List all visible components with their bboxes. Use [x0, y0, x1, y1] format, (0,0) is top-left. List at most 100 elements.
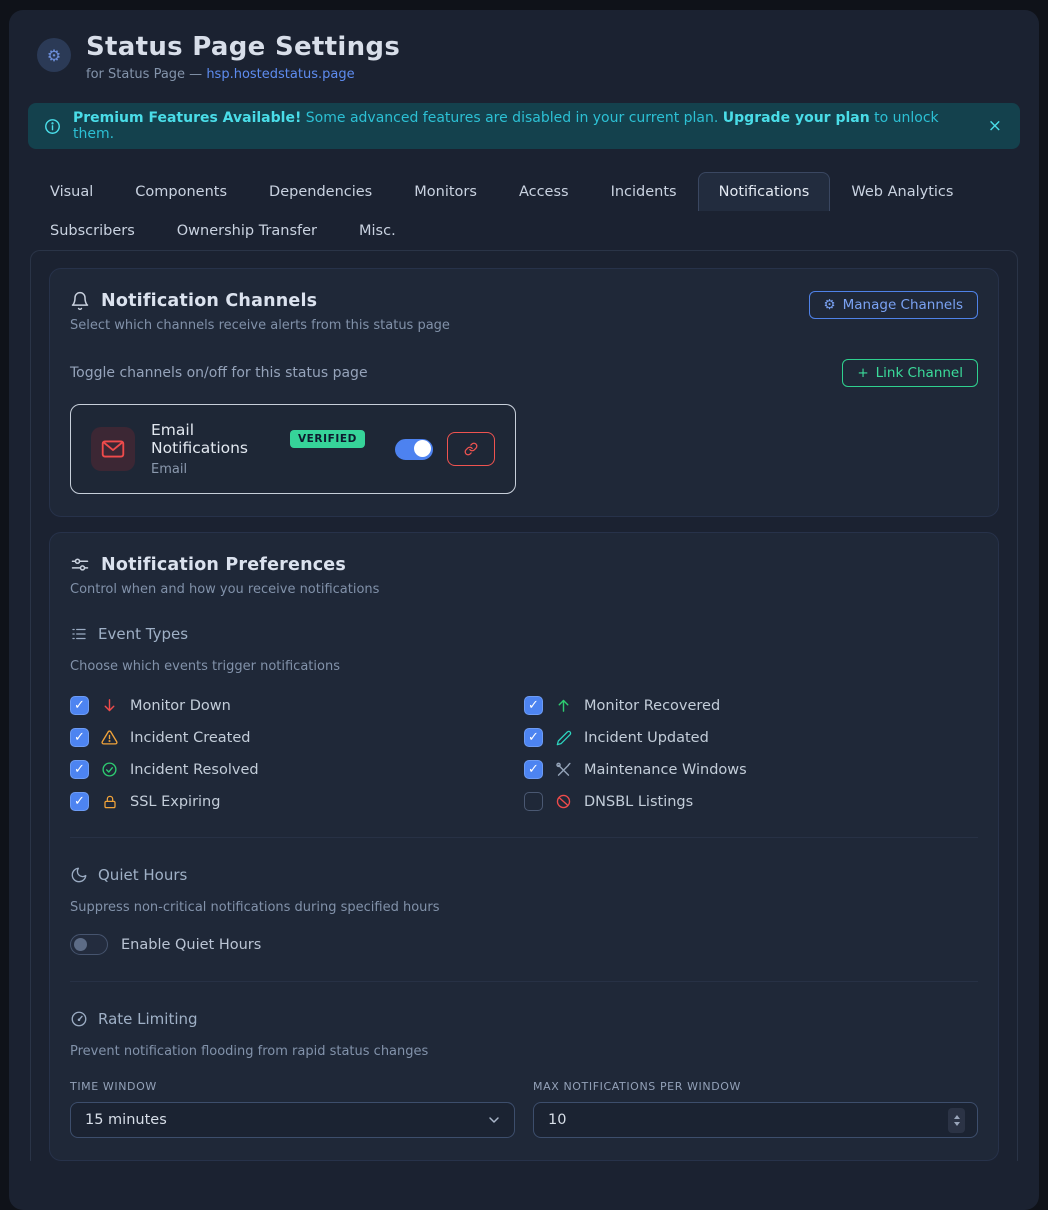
- ssl-expiring-icon: [101, 794, 118, 810]
- event-label-dnsbl-listings: DNSBL Listings: [584, 794, 693, 810]
- tab-incidents[interactable]: Incidents: [590, 172, 698, 211]
- event-label-incident-updated: Incident Updated: [584, 730, 709, 746]
- event-label-maintenance-windows: Maintenance Windows: [584, 762, 747, 778]
- link-icon: [464, 442, 478, 456]
- sliders-icon: [70, 555, 90, 575]
- channels-card-head: Notification Channels Select which chann…: [70, 291, 978, 333]
- tab-web-analytics[interactable]: Web Analytics: [830, 172, 974, 211]
- divider: [70, 981, 978, 982]
- event-column-1: Monitor Down Incident Created Incident Res…: [70, 696, 524, 811]
- quiet-hours-toggle-row: Enable Quiet Hours: [70, 934, 978, 955]
- event-row-monitor-down: Monitor Down: [70, 696, 524, 715]
- tab-misc[interactable]: Misc.: [338, 211, 417, 250]
- checkbox-incident-updated[interactable]: [524, 728, 543, 747]
- event-label-monitor-recovered: Monitor Recovered: [584, 698, 720, 714]
- event-row-maintenance-windows: Maintenance Windows: [524, 760, 978, 779]
- gear-icon: ⚙: [37, 38, 71, 72]
- quiet-hours-toggle-label: Enable Quiet Hours: [121, 937, 261, 953]
- event-types-grid: Monitor Down Incident Created Incident Res…: [70, 696, 978, 811]
- max-notifications-label: MAX NOTIFICATIONS PER WINDOW: [533, 1080, 978, 1093]
- event-types-section-title: Event Types: [70, 625, 978, 643]
- divider: [70, 837, 978, 838]
- event-label-monitor-down: Monitor Down: [130, 698, 231, 714]
- checkbox-ssl-expiring[interactable]: [70, 792, 89, 811]
- toggle-hint: Toggle channels on/off for this status p…: [70, 365, 368, 381]
- gauge-icon: [70, 1010, 88, 1028]
- checkbox-dnsbl-listings[interactable]: [524, 792, 543, 811]
- event-row-incident-resolved: Incident Resolved: [70, 760, 524, 779]
- page-header: ⚙ Status Page Settings for Status Page —…: [28, 32, 1020, 82]
- checkbox-incident-resolved[interactable]: [70, 760, 89, 779]
- page-subtitle-prefix: for Status Page —: [86, 67, 206, 82]
- time-window-field: TIME WINDOW 15 minutes: [70, 1080, 515, 1138]
- tab-visual[interactable]: Visual: [29, 172, 114, 211]
- time-window-select[interactable]: 15 minutes: [70, 1102, 515, 1138]
- time-window-label: TIME WINDOW: [70, 1080, 515, 1093]
- maintenance-windows-icon: [555, 761, 572, 778]
- email-channel-toggle[interactable]: [395, 439, 433, 460]
- link-channel-button[interactable]: + Link Channel: [842, 359, 978, 387]
- chevron-down-icon: [486, 1112, 502, 1128]
- link-channel-label: Link Channel: [876, 365, 963, 381]
- channel-type: Email: [151, 462, 365, 477]
- event-column-2: Monitor Recovered Incident Updated Mainten…: [524, 696, 978, 811]
- manage-channels-button[interactable]: ⚙ Manage Channels: [809, 291, 978, 319]
- checkbox-maintenance-windows[interactable]: [524, 760, 543, 779]
- quiet-hours-toggle[interactable]: [70, 934, 108, 955]
- rate-limiting-subtitle: Prevent notification flooding from rapid…: [70, 1044, 978, 1059]
- checkbox-incident-created[interactable]: [70, 728, 89, 747]
- banner-bold-intro: Premium Features Available!: [73, 110, 301, 126]
- tab-monitors[interactable]: Monitors: [393, 172, 498, 211]
- tab-notifications[interactable]: Notifications: [698, 172, 831, 211]
- channel-info: Email Notifications VERIFIED Email: [151, 421, 365, 477]
- checkbox-monitor-down[interactable]: [70, 696, 89, 715]
- checkbox-monitor-recovered[interactable]: [524, 696, 543, 715]
- toggle-knob: [74, 938, 87, 951]
- event-types-title: Event Types: [98, 625, 188, 643]
- close-icon[interactable]: ×: [988, 118, 1002, 135]
- max-notifications-value: 10: [548, 1112, 566, 1128]
- incident-created-icon: [101, 729, 118, 746]
- tab-components[interactable]: Components: [114, 172, 248, 211]
- channels-card-subtitle: Select which channels receive alerts fro…: [70, 318, 450, 333]
- channels-card-title: Notification Channels: [101, 291, 317, 311]
- max-notifications-input[interactable]: 10: [533, 1102, 978, 1138]
- moon-icon: [70, 866, 88, 884]
- preferences-card-head: Notification Preferences Control when an…: [70, 555, 978, 597]
- tab-dependencies[interactable]: Dependencies: [248, 172, 393, 211]
- quiet-hours-section-title: Quiet Hours: [70, 866, 978, 884]
- stepper-down-icon[interactable]: [954, 1122, 960, 1126]
- stepper-up-icon[interactable]: [954, 1115, 960, 1119]
- monitor-recovered-icon: [555, 697, 572, 714]
- event-types-subtitle: Choose which events trigger notification…: [70, 659, 978, 674]
- tab-bar: VisualComponentsDependenciesMonitorsAcce…: [28, 172, 1020, 250]
- preferences-card-subtitle: Control when and how you receive notific…: [70, 582, 379, 597]
- page-header-text: Status Page Settings for Status Page — h…: [86, 32, 400, 82]
- info-icon: [44, 118, 61, 135]
- max-notifications-field: MAX NOTIFICATIONS PER WINDOW 10: [533, 1080, 978, 1138]
- rate-limiting-title: Rate Limiting: [98, 1010, 198, 1028]
- incident-updated-icon: [555, 730, 572, 746]
- page-title: Status Page Settings: [86, 32, 400, 62]
- incident-resolved-icon: [101, 761, 118, 778]
- event-row-incident-created: Incident Created: [70, 728, 524, 747]
- rate-limiting-inputs: TIME WINDOW 15 minutes MAX NOTIFICATIONS…: [70, 1080, 978, 1138]
- tab-subscribers[interactable]: Subscribers: [29, 211, 156, 250]
- verified-badge: VERIFIED: [290, 430, 365, 448]
- tab-access[interactable]: Access: [498, 172, 590, 211]
- notifications-panel: Notification Channels Select which chann…: [30, 250, 1018, 1161]
- quiet-hours-subtitle: Suppress non-critical notifications duri…: [70, 900, 978, 915]
- number-stepper[interactable]: [948, 1108, 965, 1133]
- settings-page: ⚙ Status Page Settings for Status Page —…: [9, 10, 1039, 1210]
- event-label-incident-resolved: Incident Resolved: [130, 762, 259, 778]
- status-page-link[interactable]: hsp.hostedstatus.page: [206, 67, 354, 82]
- tab-ownership-transfer[interactable]: Ownership Transfer: [156, 211, 338, 250]
- notification-channels-card: Notification Channels Select which chann…: [49, 268, 999, 517]
- unlink-channel-button[interactable]: [447, 432, 495, 466]
- channels-hint-row: Toggle channels on/off for this status p…: [70, 359, 978, 387]
- page-subtitle: for Status Page — hsp.hostedstatus.page: [86, 67, 400, 82]
- upgrade-plan-link[interactable]: Upgrade your plan: [723, 110, 870, 126]
- bell-icon: [70, 291, 90, 311]
- plus-icon: +: [857, 365, 868, 381]
- event-label-ssl-expiring: SSL Expiring: [130, 794, 220, 810]
